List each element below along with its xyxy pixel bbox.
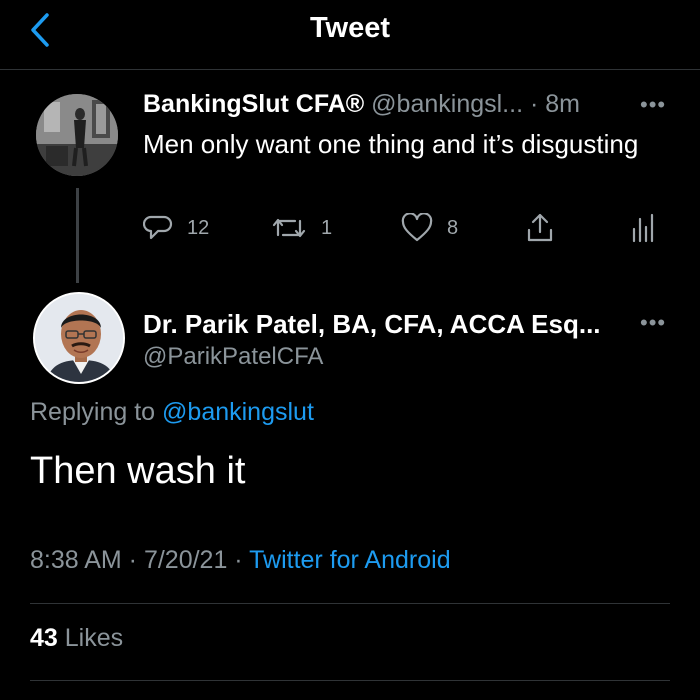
- likes-summary[interactable]: 43 Likes: [30, 624, 123, 653]
- more-icon: •••: [640, 310, 667, 335]
- main-display-name[interactable]: Dr. Parik Patel, BA, CFA, ACCA Esq...: [143, 309, 601, 340]
- main-avatar[interactable]: [33, 292, 125, 384]
- parent-display-name[interactable]: BankingSlut CFA®: [143, 90, 364, 118]
- retweet-button[interactable]: 1: [271, 208, 332, 248]
- retweet-count: 1: [321, 216, 333, 239]
- parent-avatar[interactable]: [36, 94, 118, 176]
- main-more-button[interactable]: •••: [640, 310, 666, 336]
- heart-icon: [401, 213, 433, 242]
- tweet-timestamp: 8:38 AM · 7/20/21 · Twitter for Android: [30, 546, 451, 575]
- page-title: Tweet: [309, 12, 391, 44]
- retweet-icon: [272, 218, 306, 238]
- parent-tweet[interactable]: BankingSlut CFA® @bankingsl... · 8m ••• …: [0, 70, 700, 283]
- main-tweet-text: Then wash it: [30, 450, 246, 492]
- reply-icon: [143, 215, 173, 240]
- avatar-image: [36, 94, 118, 176]
- parent-more-button[interactable]: •••: [640, 92, 666, 118]
- reply-count: 12: [187, 216, 210, 239]
- parent-header: BankingSlut CFA® @bankingsl... · 8m: [143, 90, 580, 119]
- reply-button[interactable]: 12: [143, 208, 209, 248]
- parent-handle-time[interactable]: @bankingsl... · 8m: [371, 90, 580, 118]
- divider: [30, 680, 670, 681]
- share-button[interactable]: [525, 208, 555, 248]
- like-button[interactable]: 8: [401, 208, 458, 248]
- source-link[interactable]: Twitter for Android: [249, 546, 450, 574]
- analytics-icon: [632, 213, 654, 243]
- reply-mention-link[interactable]: @bankingslut: [162, 398, 314, 426]
- divider: [30, 603, 670, 604]
- replying-to-line: Replying to @bankingslut: [30, 398, 314, 427]
- share-icon: [527, 213, 553, 242]
- like-count: 8: [447, 216, 459, 239]
- more-icon: •••: [640, 92, 667, 117]
- parent-tweet-text: Men only want one thing and it’s disgust…: [143, 129, 639, 159]
- avatar-image: [35, 294, 123, 382]
- main-handle[interactable]: @ParikPatelCFA: [143, 343, 323, 371]
- likes-count: 43: [30, 624, 58, 652]
- replying-prefix: Replying to: [30, 398, 156, 426]
- likes-label: Likes: [64, 624, 124, 652]
- time-date[interactable]: 8:38 AM · 7/20/21 ·: [30, 546, 243, 574]
- parent-action-bar: 12 1 8: [143, 208, 673, 248]
- thread-connector: [76, 188, 79, 283]
- analytics-button[interactable]: [631, 208, 655, 248]
- top-bar: Tweet: [0, 0, 700, 70]
